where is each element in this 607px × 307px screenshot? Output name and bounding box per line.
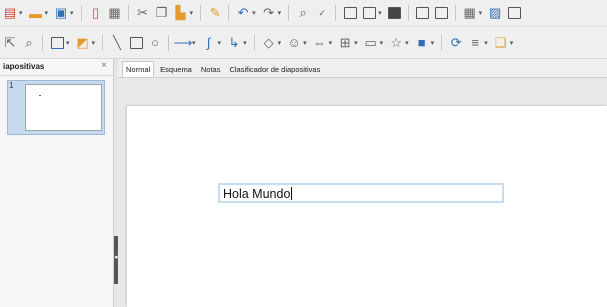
tab-slide-sorter[interactable]: Clasificador de diapositivas: [226, 62, 323, 77]
separator: [80, 5, 82, 21]
chevron-down-icon[interactable]: ▾: [70, 9, 74, 17]
export-pdf-icon[interactable]: ▯: [88, 5, 104, 21]
callouts-icon[interactable]: ▭: [363, 35, 379, 51]
ellipse-icon[interactable]: ○: [147, 35, 163, 51]
chart-icon[interactable]: [506, 5, 522, 21]
table-icon[interactable]: ▦: [462, 5, 478, 21]
zoom-icon[interactable]: ⌕: [21, 35, 37, 51]
chevron-down-icon[interactable]: ▾: [192, 39, 196, 47]
slides-panel: iapositivas × 1: [0, 59, 114, 307]
block-arrows-icon[interactable]: ⇔: [312, 35, 328, 51]
image-icon[interactable]: ▨: [487, 5, 503, 21]
redo-icon[interactable]: ↷: [261, 5, 277, 21]
separator: [127, 5, 129, 21]
grid-icon[interactable]: [342, 5, 358, 21]
separator: [168, 34, 170, 51]
standard-toolbar: ▤ ▾ ▬ ▾ ▣ ▾ ▯ ▦ ✂ ❐ ▙ ▾ ✎ ↶ ▾ ↷ ▾ ⌕ ✓ ▾ ▦ ▾ ▨: [0, 0, 607, 27]
separator: [228, 5, 230, 21]
undo-icon[interactable]: ↶: [235, 5, 251, 21]
chevron-down-icon[interactable]: ▾: [278, 9, 282, 17]
chevron-down-icon[interactable]: ▾: [484, 39, 488, 47]
chevron-down-icon[interactable]: ▾: [380, 39, 384, 47]
divider: [0, 75, 113, 76]
separator: [42, 34, 43, 51]
separator: [454, 5, 456, 21]
chevron-down-icon[interactable]: ▾: [252, 9, 256, 17]
text-box[interactable]: Hola Mundo: [218, 183, 504, 203]
separator: [407, 5, 409, 21]
connector-icon[interactable]: ↳: [226, 35, 242, 51]
line-color-icon[interactable]: [49, 35, 65, 51]
chevron-down-icon[interactable]: ▾: [329, 39, 333, 47]
master-slide-icon[interactable]: [387, 5, 403, 21]
arrange-icon[interactable]: ❏: [493, 35, 509, 51]
display-views-icon[interactable]: [361, 5, 377, 21]
tab-notes[interactable]: Notas: [198, 62, 224, 77]
fill-color-icon[interactable]: ◩: [75, 35, 91, 51]
chevron-down-icon[interactable]: ▾: [243, 39, 247, 47]
basic-shapes-icon[interactable]: ◇: [261, 35, 277, 51]
select-icon[interactable]: ⇱: [2, 35, 18, 51]
3d-objects-icon[interactable]: ■: [414, 35, 430, 51]
chevron-down-icon[interactable]: ▾: [510, 39, 514, 47]
drawing-toolbar: ⇱ ⌕ ▾ ◩ ▾ ╲ ○ ⟶ ▾ ∫ ▾ ↳ ▾ ◇ ▾ ☺ ▾ ⇔ ▾ ⊞ ▾ ▭ ▾ ☆ ▾ …: [0, 27, 607, 59]
panel-title: iapositivas: [3, 62, 45, 71]
chevron-down-icon[interactable]: ▾: [19, 9, 23, 17]
chevron-down-icon[interactable]: ▾: [354, 39, 358, 47]
chevron-down-icon[interactable]: ▾: [405, 39, 409, 47]
chevron-down-icon[interactable]: ▾: [92, 39, 96, 47]
separator: [335, 5, 337, 21]
chevron-down-icon[interactable]: ▾: [190, 9, 194, 17]
text-caret: [291, 187, 293, 200]
slide-canvas[interactable]: Hola Mundo: [127, 106, 607, 307]
chevron-down-icon[interactable]: ▾: [378, 9, 382, 17]
start-slideshow-icon[interactable]: [415, 5, 431, 21]
arrow-line-icon[interactable]: ⟶: [174, 35, 193, 51]
rectangle-icon[interactable]: [128, 35, 144, 51]
separator: [441, 34, 443, 51]
separator: [253, 34, 255, 51]
separator: [200, 5, 202, 21]
chevron-down-icon[interactable]: ▾: [66, 39, 70, 47]
separator: [288, 5, 290, 21]
thumbnail-text-mark: [39, 95, 41, 96]
slide-number: 1: [9, 81, 14, 90]
tab-outline[interactable]: Esquema: [157, 62, 195, 77]
find-replace-icon[interactable]: ⌕: [295, 5, 311, 21]
text-box-value: Hola Mundo: [223, 187, 291, 201]
cut-icon[interactable]: ✂: [135, 5, 151, 21]
chevron-down-icon[interactable]: ▾: [479, 9, 483, 17]
separator: [102, 34, 104, 51]
chevron-down-icon[interactable]: ▾: [218, 39, 222, 47]
view-tabs: Normal Esquema Notas Clasificador de dia…: [118, 59, 607, 78]
chevron-down-icon[interactable]: ▾: [431, 39, 435, 47]
spelling-icon[interactable]: ✓: [314, 5, 330, 21]
chevron-down-icon[interactable]: ▾: [303, 39, 307, 47]
line-icon[interactable]: ╲: [109, 35, 125, 51]
chevron-down-icon[interactable]: ▾: [278, 39, 282, 47]
slide-layout-icon[interactable]: [434, 5, 450, 21]
close-icon[interactable]: ×: [101, 60, 107, 71]
symbol-shapes-icon[interactable]: ☺: [286, 35, 302, 51]
flowchart-icon[interactable]: ⊞: [337, 35, 353, 51]
rotate-icon[interactable]: ⟳: [448, 35, 464, 51]
paste-icon[interactable]: ▙: [173, 5, 189, 21]
align-icon[interactable]: ≡: [467, 35, 483, 51]
save-icon[interactable]: ▣: [53, 5, 69, 21]
stars-icon[interactable]: ☆: [388, 35, 404, 51]
copy-icon[interactable]: ❐: [154, 5, 170, 21]
text-box-content[interactable]: Hola Mundo: [223, 187, 293, 201]
curve-icon[interactable]: ∫: [201, 35, 217, 51]
print-icon[interactable]: ▦: [107, 5, 123, 21]
clone-format-icon[interactable]: ✎: [207, 5, 223, 21]
collapse-arrow-icon[interactable]: ◂: [114, 254, 118, 262]
slide-thumbnail[interactable]: [25, 84, 102, 131]
new-icon[interactable]: ▤: [2, 5, 18, 21]
open-icon[interactable]: ▬: [28, 5, 44, 21]
chevron-down-icon[interactable]: ▾: [45, 9, 49, 17]
tab-normal[interactable]: Normal: [122, 61, 155, 77]
